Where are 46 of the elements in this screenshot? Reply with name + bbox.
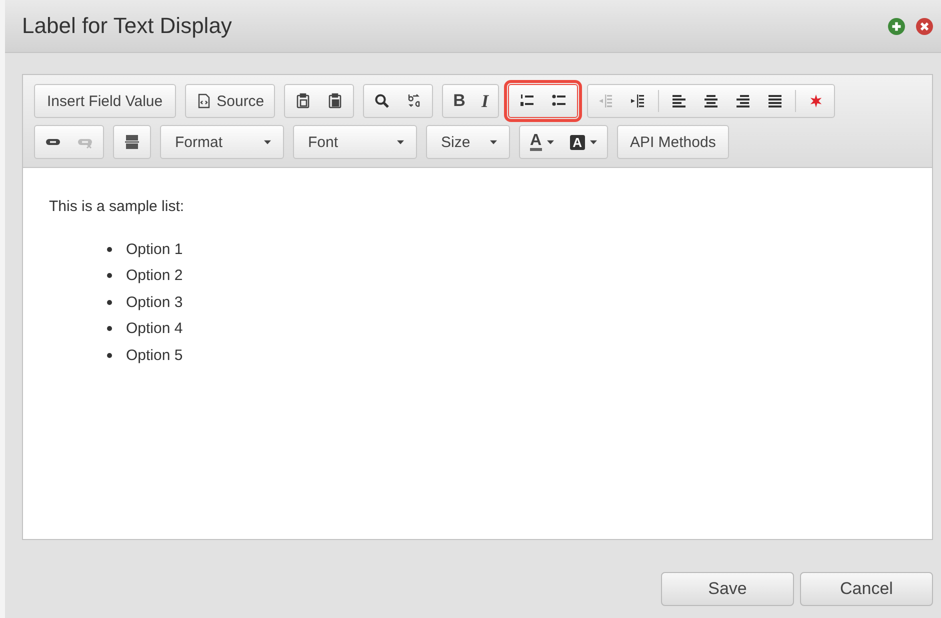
toolbar-button[interactable]: API Methods <box>620 127 726 157</box>
paragraph: This is a sample list: <box>49 198 186 215</box>
bullet-icon <box>107 352 112 358</box>
clipboard-icon <box>295 93 312 109</box>
caret-icon <box>264 140 271 144</box>
text-area[interactable]: This is a sample list: Option 1 Option 2 Option 3 Option 4 Option 5 <box>23 168 932 539</box>
list-item: Option 4 <box>126 320 183 338</box>
search-icon <box>374 93 390 109</box>
caret-icon <box>490 140 497 144</box>
outdent-icon <box>598 93 614 109</box>
replace-icon <box>406 93 422 109</box>
align-right-icon <box>735 93 752 109</box>
dropdown[interactable]: Format <box>163 127 281 157</box>
list-item: Option 1 <box>126 240 183 258</box>
list-item: Option 3 <box>126 294 183 311</box>
background-color-button[interactable]: A <box>562 127 605 157</box>
dropdown[interactable]: Size <box>429 127 507 157</box>
indent-icon <box>630 93 646 109</box>
bullet-icon <box>107 246 112 252</box>
caret-icon <box>590 140 597 144</box>
list-item: Option 5 <box>126 346 183 364</box>
align-justify-icon <box>767 93 784 109</box>
italic-button[interactable]: I <box>473 86 496 116</box>
align-left-icon <box>671 93 688 109</box>
document-icon <box>196 93 212 109</box>
window-title: Label for Text Display <box>22 13 232 39</box>
dropdown[interactable]: Font <box>296 127 414 157</box>
bullet-list-icon <box>551 93 568 109</box>
close-icon[interactable] <box>916 18 933 34</box>
bold-button[interactable]: B <box>445 86 474 116</box>
source-button[interactable]: Source <box>188 86 272 116</box>
horizontal-line-icon <box>124 134 140 150</box>
caret-icon <box>546 140 554 144</box>
numbered-list-icon <box>519 93 536 109</box>
add-icon[interactable] <box>888 18 905 34</box>
caret-icon <box>397 140 404 144</box>
save-button[interactable]: Save <box>661 572 794 606</box>
bullet-icon <box>107 273 112 278</box>
clipboard-icon <box>327 93 344 109</box>
cancel-button[interactable]: Cancel <box>800 572 933 606</box>
text-color-button[interactable]: A <box>522 127 562 157</box>
toolbar-button[interactable]: Insert Field Value <box>37 86 173 116</box>
bullet-icon <box>107 300 112 305</box>
bullet-icon <box>107 326 112 332</box>
align-center-icon <box>703 93 720 109</box>
list-item: Option 2 <box>126 267 183 284</box>
